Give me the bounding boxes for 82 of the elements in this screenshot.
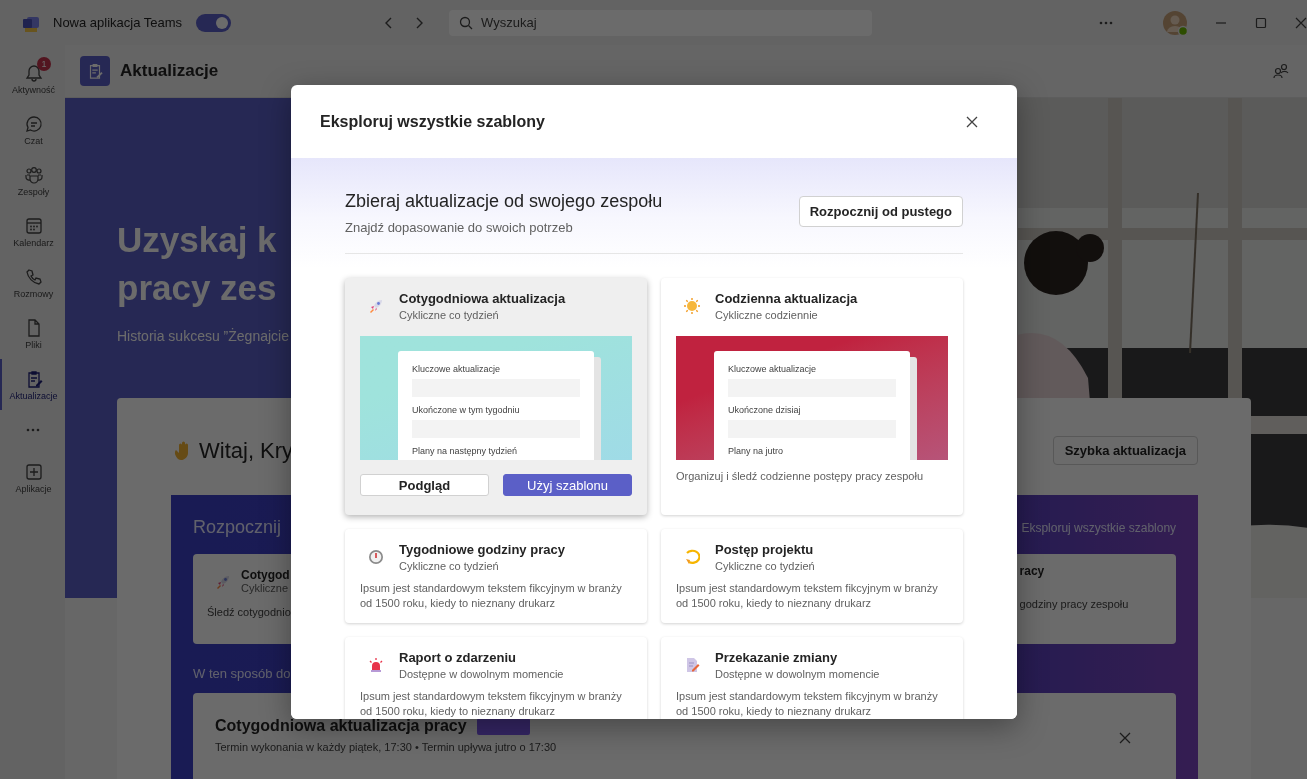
update-title: Cotygodniowa aktualizacja pracy xyxy=(215,717,467,735)
rail-item[interactable]: Aplikacje xyxy=(0,452,65,503)
siren-icon xyxy=(368,657,384,673)
dialog-subheading: Znajdź dopasowanie do swoich potrzeb xyxy=(345,220,574,235)
template-title: Tygodniowe godziny pracy xyxy=(399,542,565,557)
greeting: Witaj, Kry xyxy=(199,437,294,464)
rail-item[interactable]: Aktywność 1 xyxy=(0,53,65,104)
template-frequency: Dostępne w dowolnym momencie xyxy=(715,668,880,680)
hero-title: pracy zes xyxy=(117,267,277,309)
template-title: racy xyxy=(1019,564,1045,578)
app-icon xyxy=(80,56,110,86)
template-title: Przekazanie zmiany xyxy=(715,650,839,665)
template-description: godziny pracy zespołu xyxy=(1019,598,1130,610)
field-label: Kluczowe aktualizacje xyxy=(412,364,501,374)
template-description: Ipsum jest standardowym tekstem fikcyjnym w branży od 1500 roku, kiedy to nieznany drukarz xyxy=(360,581,623,611)
field-label: Kluczowe aktualizacje xyxy=(728,364,817,374)
template-description: Ipsum jest standardowym tekstem fikcyjnym w branży od 1500 roku, kiedy to nieznany drukarz xyxy=(676,689,939,719)
template-title: Raport o zdarzeniu xyxy=(399,650,517,665)
explore-link[interactable]: Eksploruj wszystkie szablony xyxy=(1021,520,1177,535)
start-blank-button[interactable]: Rozpocznij od pustego xyxy=(798,196,963,227)
close-icon[interactable] xyxy=(1118,731,1133,745)
template-title: Postęp projektu xyxy=(715,542,815,557)
field-label: Ukończone dzisiaj xyxy=(728,405,801,415)
template-frequency: Cykliczne co tydzień xyxy=(399,560,500,572)
template-frequency: Cykliczne co tydzień xyxy=(715,560,815,572)
field-label: Plany na następny tydzień xyxy=(412,446,518,456)
section-label: W ten sposób do xyxy=(193,666,291,681)
template-description: Ipsum jest standardowym tekstem fikcyjnym w branży od 1500 roku, kiedy to nieznany drukarz xyxy=(360,689,623,719)
template-title: Cotygodniowa aktualizacja xyxy=(399,291,566,306)
template-description: Ipsum jest standardowym tekstem fikcyjnym w branży od 1500 roku, kiedy to nieznany drukarz xyxy=(676,581,939,611)
template-title: Codzienna aktualizacja xyxy=(715,291,858,306)
rail-item[interactable]: Pliki xyxy=(0,308,65,359)
template-card[interactable]: Tygodniowe godziny pracy Cykliczne co tydzień Ipsum jest standardowym tekstem fikcyjnym w branży od 1500 roku, kiedy to nieznany drukarz xyxy=(345,529,647,623)
people-icon[interactable] xyxy=(1272,62,1291,80)
template-frequency: Cykliczne co tydzień xyxy=(399,309,500,321)
search-icon xyxy=(459,15,474,30)
template-card[interactable]: Codzienna aktualizacja Cykliczne codziennie Kluczowe aktualizacje Ukończone dzisiaj Plany na jutro Organizuj i śledź codzienne postępy pracy zespołu xyxy=(661,278,963,515)
template-card[interactable]: Cotygodniowa aktualizacja Cykliczne co tydzień Kluczowe aktualizacje Ukończone w tym tygodniu Plany na następny tydzień Podgląd Użyj szablonu xyxy=(345,278,647,515)
calendar-icon xyxy=(23,215,44,236)
people-icon xyxy=(23,164,44,185)
stopwatch-icon xyxy=(368,549,384,565)
template-title: Cotygod xyxy=(241,568,290,582)
dialog-heading: Zbieraj aktualizacje od swojego zespołu xyxy=(345,191,663,212)
bell-icon xyxy=(23,62,44,83)
chat-icon xyxy=(23,113,44,134)
use-template-button[interactable]: Użyj szablonu xyxy=(503,474,632,496)
template-description: Organizuj i śledź codzienne postępy pracy zespołu xyxy=(676,469,925,484)
hero-subtitle: Historia sukcesu ”Żegnajcie xyxy=(117,328,289,344)
template-card[interactable]: Raport o zdarzeniu Dostępne w dowolnym momencie Ipsum jest standardowym tekstem fikcyjnym w branży od 1500 roku, kiedy to nieznany drukarz xyxy=(345,637,647,719)
panel-title: Rozpocznij xyxy=(193,517,282,538)
template-card[interactable]: Postęp projektu Cykliczne co tydzień Ipsum jest standardowym tekstem fikcyjnym w branży od 1500 roku, kiedy to nieznany drukarz xyxy=(661,529,963,623)
plus-icon xyxy=(23,461,44,482)
rail-item[interactable]: Zespoły xyxy=(0,155,65,206)
quick-update-button[interactable]: Szybka aktualizacja xyxy=(1052,436,1199,465)
due-date: Termin wykonania w każdy piątek, 17:30 • Termin upływa jutro o 17:30 xyxy=(215,741,557,753)
template-frequency: Dostępne w dowolnym momencie xyxy=(399,668,564,680)
field-label: Plany na jutro xyxy=(728,446,784,456)
hero-title: Uzyskaj k xyxy=(117,219,277,261)
rocket-icon xyxy=(368,298,384,314)
rail-item[interactable]: Kalendarz xyxy=(0,206,65,257)
page-title: Aktualizacje xyxy=(120,61,220,81)
rail-item[interactable]: Rozmowy xyxy=(0,257,65,308)
close-icon[interactable] xyxy=(1294,15,1307,30)
field-label: Ukończone w tym tygodniu xyxy=(412,405,520,415)
template-frequency: Cykliczne codziennie xyxy=(715,309,819,321)
preview-button[interactable]: Podgląd xyxy=(360,474,489,496)
template-frequency: Cykliczne xyxy=(241,582,290,594)
document-pencil-icon xyxy=(684,657,700,673)
toggle-switch[interactable] xyxy=(196,13,232,32)
rocket-icon xyxy=(215,574,231,590)
app-name: Nowa aplikacja Teams xyxy=(53,15,183,30)
template-description: Śledź cotygodnio xyxy=(207,606,292,618)
notification-badge: 1 xyxy=(37,57,51,71)
comet-icon xyxy=(684,549,700,565)
sun-icon xyxy=(684,298,700,314)
search-field[interactable]: Wyszukaj xyxy=(449,9,873,36)
avatar-icon[interactable] xyxy=(1162,9,1189,36)
maximize-icon[interactable] xyxy=(1254,15,1269,30)
dialog-title: Eksploruj wszystkie szablony xyxy=(320,112,545,131)
template-card[interactable]: Przekazanie zmiany Dostępne w dowolnym momencie Ipsum jest standardowym tekstem fikcyjnym w branży od 1500 roku, kiedy to nieznany drukarz xyxy=(661,637,963,719)
phone-icon xyxy=(23,266,44,287)
rail-item[interactable]: Czat xyxy=(0,104,65,155)
